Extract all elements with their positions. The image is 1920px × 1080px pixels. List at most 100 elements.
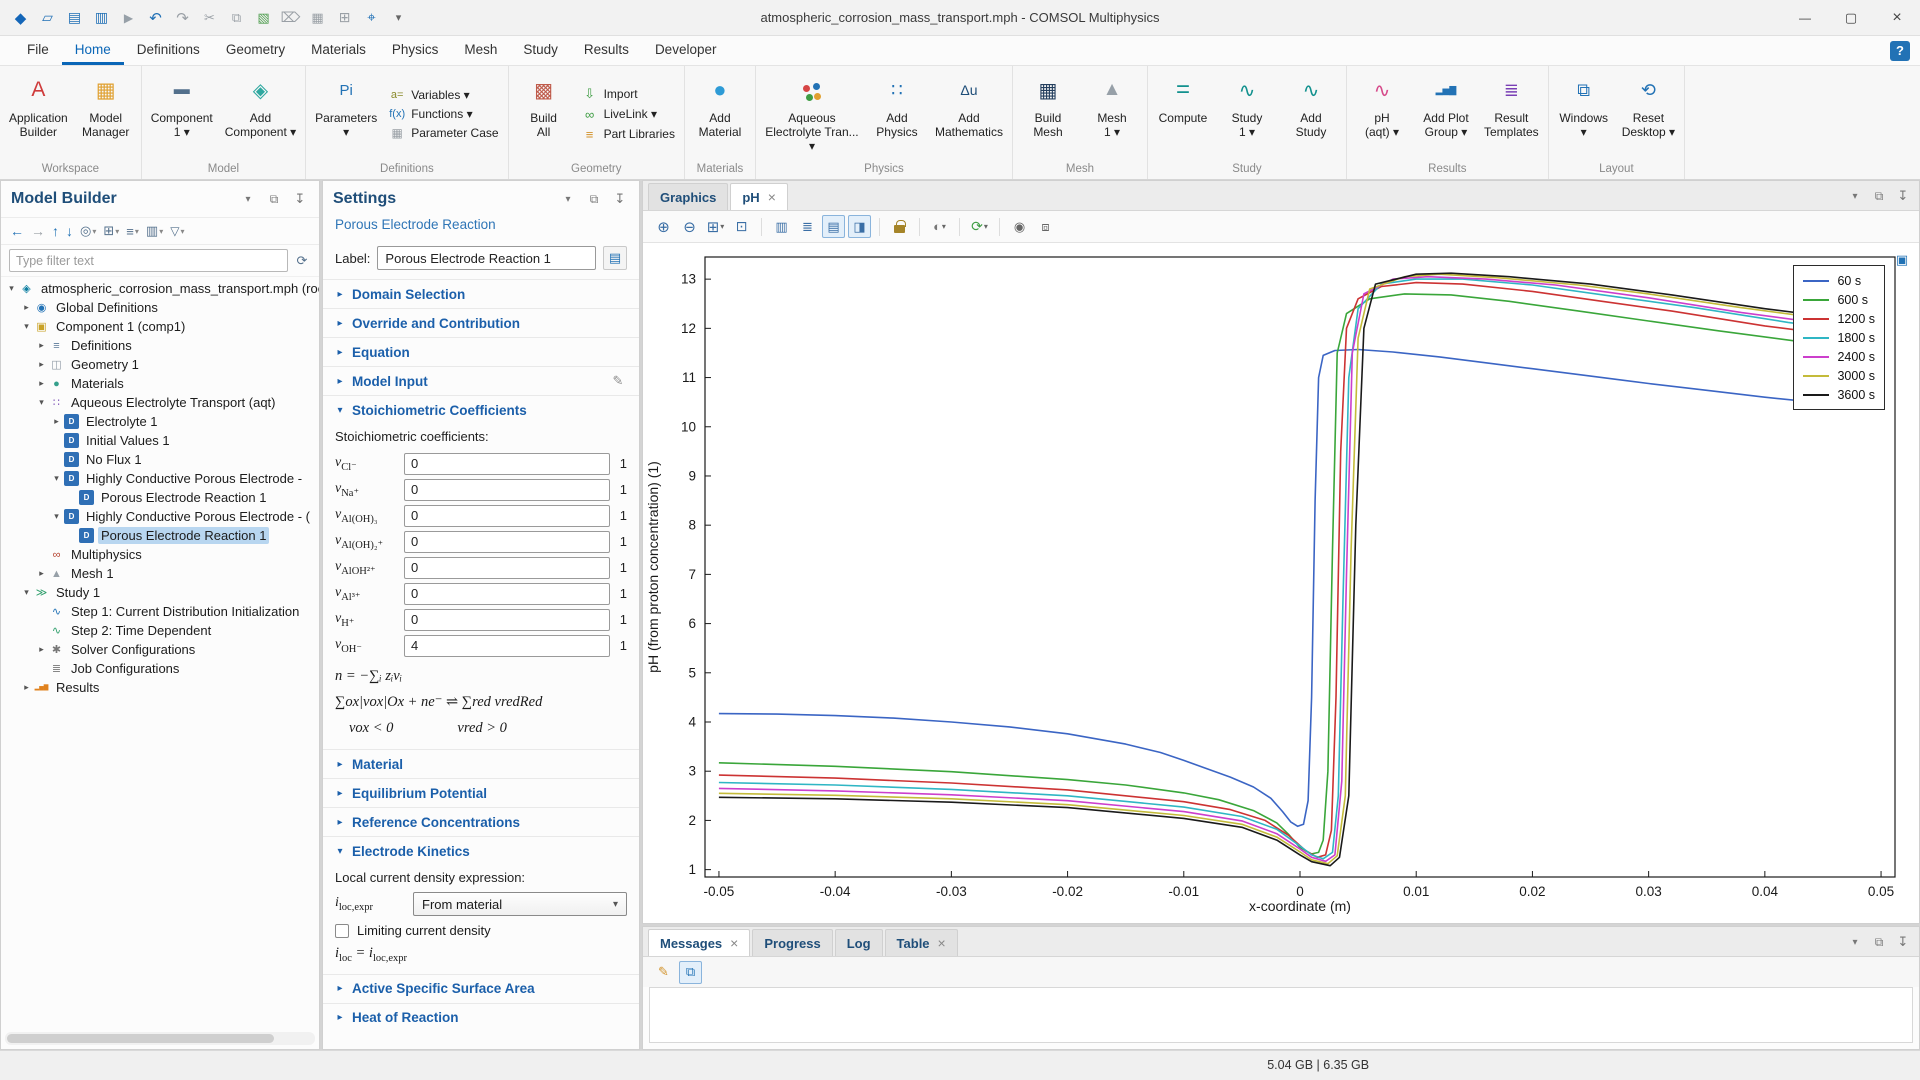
print-icon[interactable]: ⧈ <box>1034 215 1057 238</box>
tree-item[interactable]: ▸▲Mesh 1 <box>1 564 319 583</box>
zoom-extents-icon[interactable]: ⊡ <box>730 215 753 238</box>
tree-item[interactable]: DPorous Electrode Reaction 1 <box>1 526 319 545</box>
ribbon-button-variables[interactable]: a=Variables ▾ <box>389 88 498 102</box>
graphics-tab-graphics[interactable]: Graphics <box>648 183 728 210</box>
table-lines-icon[interactable]: ≣ <box>796 215 819 238</box>
tree-item[interactable]: ▾DHighly Conductive Porous Electrode - <box>1 469 319 488</box>
stoich-value-input[interactable] <box>404 635 610 657</box>
collapse-sections-icon[interactable]: ▾ <box>559 190 577 208</box>
menu-tab-developer[interactable]: Developer <box>642 36 730 65</box>
qat-more-icon[interactable]: ▾ <box>386 5 411 30</box>
pin-panel-icon[interactable]: ↧ <box>611 190 629 208</box>
tree-item[interactable]: ▸≡Definitions <box>1 336 319 355</box>
messages-tab-table[interactable]: Table× <box>885 929 958 956</box>
ribbon-button-import[interactable]: ⇩Import <box>582 86 675 102</box>
menu-tab-study[interactable]: Study <box>510 36 571 65</box>
chevron-expanded-icon[interactable]: ▾ <box>5 283 18 294</box>
float-panel-icon[interactable]: ⧉ <box>265 190 283 208</box>
stoich-value-input[interactable] <box>404 505 610 527</box>
section-header-override-and-contribution[interactable]: ▸ Override and Contribution <box>323 309 639 337</box>
ribbon-button-ph-aqt[interactable]: ∿pH (aqt) ▾ <box>1351 68 1413 159</box>
section-header-heat-of-reaction[interactable]: ▸ Heat of Reaction <box>323 1004 639 1032</box>
menu-tab-results[interactable]: Results <box>571 36 642 65</box>
cut-icon[interactable]: ✂ <box>197 5 222 30</box>
limiting-current-density-checkbox[interactable] <box>335 924 349 938</box>
tree-item[interactable]: ▸◉Global Definitions <box>1 298 319 317</box>
section-header-active-specific-surface-area[interactable]: ▸ Active Specific Surface Area <box>323 975 639 1003</box>
tree-item[interactable]: ▾▣Component 1 (comp1) <box>1 317 319 336</box>
messages-tab-log[interactable]: Log <box>835 929 883 956</box>
messages-tab-messages[interactable]: Messages× <box>648 929 750 956</box>
tree-item[interactable]: DInitial Values 1 <box>1 431 319 450</box>
delete-icon[interactable]: ⌦ <box>278 5 303 30</box>
scrollbar-thumb[interactable] <box>7 1034 274 1043</box>
ribbon-button-result-templates[interactable]: ≣Result Templates <box>1479 68 1544 159</box>
plot-canvas[interactable]: -0.05-0.04-0.03-0.02-0.0100.010.020.030.… <box>643 243 1919 923</box>
tree-item[interactable]: DNo Flux 1 <box>1 450 319 469</box>
zoom-sel-icon[interactable]: ⌖ <box>359 5 384 30</box>
close-tab-icon[interactable]: × <box>938 936 946 950</box>
menu-tab-materials[interactable]: Materials <box>298 36 379 65</box>
zoom-out-icon[interactable]: ⊖ <box>678 215 701 238</box>
pin-icon[interactable]: ↧ <box>1894 187 1912 205</box>
chevron-collapsed-icon[interactable]: ▸ <box>35 378 48 389</box>
chevron-collapsed-icon[interactable]: ▸ <box>35 568 48 579</box>
iloc-expr-select[interactable]: From material ▾ <box>413 892 627 916</box>
chevron-collapsed-icon[interactable]: ▸ <box>20 302 33 313</box>
mb-list-icon[interactable]: ≡▾ <box>126 224 139 239</box>
open-file-icon[interactable]: ▱ <box>35 5 60 30</box>
ribbon-button-build-mesh[interactable]: ▦Build Mesh <box>1017 68 1079 159</box>
menu-tab-geometry[interactable]: Geometry <box>213 36 298 65</box>
mb-tree-icon[interactable]: ⊞▾ <box>103 223 119 239</box>
ribbon-button-functions[interactable]: f(x)Functions ▾ <box>389 107 498 121</box>
plot-settings-icon[interactable]: ▤ <box>822 215 845 238</box>
y-axis-data-icon[interactable]: ▥ <box>770 215 793 238</box>
tree-item[interactable]: ▸DElectrolyte 1 <box>1 412 319 431</box>
chevron-expanded-icon[interactable]: ▾ <box>50 511 63 522</box>
redo-icon[interactable]: ↷ <box>170 5 195 30</box>
ribbon-button-add-component[interactable]: ◈Add Component ▾ <box>220 68 301 159</box>
rename-icon[interactable]: ▤ <box>603 246 627 270</box>
tree-item[interactable]: ▸▂▅▇Results <box>1 678 319 697</box>
ribbon-button-application-builder[interactable]: AApplication Builder <box>4 68 73 159</box>
chevron-collapsed-icon[interactable]: ▸ <box>35 644 48 655</box>
float-window-icon[interactable]: ⧉ <box>1870 933 1888 951</box>
section-header-equation[interactable]: ▸ Equation <box>323 338 639 366</box>
mb-forward-icon[interactable]: → <box>31 223 45 239</box>
lock-axes-icon[interactable] <box>888 215 911 238</box>
chevron-collapsed-icon[interactable]: ▸ <box>50 416 63 427</box>
ribbon-button-model-manager[interactable]: ▦Model Manager <box>75 68 137 159</box>
zoom-in-icon[interactable]: ⊕ <box>652 215 675 238</box>
chevron-down-small-icon[interactable]: ▾ <box>1846 187 1864 205</box>
pin-panel-icon[interactable]: ↧ <box>291 190 309 208</box>
stoich-value-input[interactable] <box>404 557 610 579</box>
ribbon-button-part-libraries[interactable]: ≡Part Libraries <box>582 127 675 142</box>
ribbon-button-study-1[interactable]: ∿Study 1 ▾ <box>1216 68 1278 159</box>
graphics-tab-ph[interactable]: pH× <box>730 183 788 210</box>
ribbon-button-compute[interactable]: =Compute <box>1152 68 1214 159</box>
collapse-panel-icon[interactable]: ▾ <box>239 190 257 208</box>
menu-tab-definitions[interactable]: Definitions <box>124 36 213 65</box>
section-header-electrode-kinetics[interactable]: ▾ Electrode Kinetics <box>323 837 639 865</box>
minimize-button[interactable]: — <box>1782 0 1828 35</box>
tree-horizontal-scrollbar[interactable] <box>5 1032 315 1045</box>
scene-light-icon[interactable]: ◐▾ <box>928 215 951 238</box>
tree-filter-input[interactable] <box>9 249 288 272</box>
chevron-down-small-icon[interactable]: ▾ <box>1846 933 1864 951</box>
menu-tab-mesh[interactable]: Mesh <box>451 36 510 65</box>
tree-item[interactable]: DPorous Electrode Reaction 1 <box>1 488 319 507</box>
close-tab-icon[interactable]: × <box>768 190 776 204</box>
section-header-model-input[interactable]: ▸ Model Input ✎ <box>323 367 639 395</box>
chevron-expanded-icon[interactable]: ▾ <box>20 587 33 598</box>
chevron-collapsed-icon[interactable]: ▸ <box>20 682 33 693</box>
stoich-value-input[interactable] <box>404 453 610 475</box>
float-window-icon[interactable]: ⧉ <box>1870 187 1888 205</box>
stoich-value-input[interactable] <box>404 479 610 501</box>
ribbon-button-add-material[interactable]: ●Add Material <box>689 68 751 159</box>
tree-item[interactable]: ▸◫Geometry 1 <box>1 355 319 374</box>
mb-show-icon[interactable]: ◎▾ <box>80 223 96 239</box>
add-win-icon[interactable]: ⊞ <box>332 5 357 30</box>
ribbon-button-add-study[interactable]: ∿Add Study <box>1280 68 1342 159</box>
menu-tab-home[interactable]: Home <box>62 36 124 65</box>
tree-item[interactable]: ∿Step 2: Time Dependent <box>1 621 319 640</box>
